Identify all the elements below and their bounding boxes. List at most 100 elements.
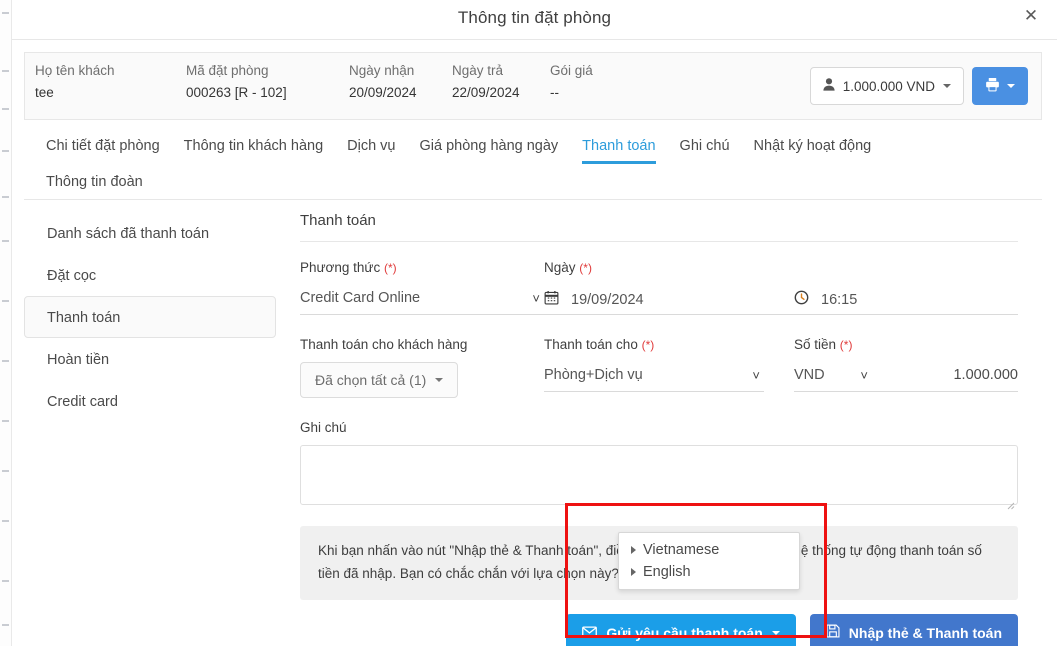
required-marker: (*) [579,261,592,275]
lang-menu-item-label: English [643,564,691,580]
chevron-down-icon [435,378,444,382]
summary-field-guest-name: Họ tên khách tee [35,63,180,100]
chevron-right-icon [631,568,636,576]
chevron-right-icon [631,546,636,554]
tab-notes[interactable]: Ghi chú [680,132,730,164]
date-label-text: Ngày [544,260,576,275]
total-amount-label: 1.000.000 VND [842,78,935,94]
tab-activity-log[interactable]: Nhật ký hoạt động [754,132,872,164]
note-textarea[interactable] [300,445,1018,505]
note-label: Ghi chú [300,420,347,435]
date-input-wrap[interactable]: 19/09/2024 [544,285,794,315]
sidebar-item-payment[interactable]: Thanh toán [24,296,276,338]
amount-input-wrap [872,362,1018,392]
pay-for-label: Thanh toán cho (*) [544,337,794,352]
language-dropdown-menu: Vietnamese English [618,532,800,590]
page-title: Thông tin đặt phòng [457,8,612,27]
panel-divider [300,241,1018,242]
time-input-wrap[interactable]: 16:15 [794,285,1018,315]
booking-payment-modal: Thông tin đặt phòng ✕ Họ tên khách tee M… [0,0,1057,646]
summary-value: -- [550,85,559,100]
total-amount-dropdown[interactable]: 1.000.000 VND [809,67,964,105]
form-row-1: Phương thức (*) ˅ Ngày (*) [300,260,1018,315]
print-button[interactable] [972,67,1028,105]
pay-for-customer-dropdown[interactable]: Đã chọn tất cả (1) [300,362,459,398]
form-row-2: Thanh toán cho khách hàng Đã chọn tất cả… [300,337,1018,398]
summary-value: 000263 [R - 102] [186,85,287,100]
send-payment-request-label: Gửi yêu cầu thanh toán [606,624,763,641]
amount-row: ˅ [794,362,1018,392]
clock-icon[interactable] [794,290,809,310]
summary-label: Ngày trả [452,63,504,78]
enter-card-and-pay-label: Nhập thẻ & Thanh toán [848,624,1002,641]
calendar-icon[interactable] [544,290,559,310]
summary-field-rate-package: Gói giá -- [550,63,670,100]
amount-label-text: Số tiền [794,337,837,352]
summary-field-checkin: Ngày nhận 20/09/2024 [349,63,446,100]
tab-customer-info[interactable]: Thông tin khách hàng [184,132,323,164]
tabs-divider [24,199,1042,200]
date-value[interactable]: 19/09/2024 [571,292,644,308]
pay-for-customer-label: Thanh toán cho khách hàng [300,337,468,352]
lang-menu-item-vietnamese[interactable]: Vietnamese [619,539,799,561]
lang-menu-item-english[interactable]: English [619,561,799,583]
modal-header: Thông tin đặt phòng ✕ [12,0,1057,40]
method-field-group: Phương thức (*) ˅ [300,260,544,315]
tab-payment[interactable]: Thanh toán [582,132,656,164]
summary-field-checkout: Ngày trả 22/09/2024 [452,63,544,100]
amount-input[interactable] [872,362,1018,392]
background-page-sliver [0,0,12,646]
send-payment-request-button[interactable]: Gửi yêu cầu thanh toán [566,613,796,646]
required-marker: (*) [641,338,655,352]
pay-for-customer-value: Đã chọn tất cả (1) [315,372,427,388]
chevron-down-icon [771,630,780,635]
sidebar-item-credit-card[interactable]: Credit card [24,380,276,422]
tab-bar: Chi tiết đặt phòng Thông tin khách hàng … [24,132,1042,200]
pay-for-select[interactable] [544,362,764,392]
required-marker: (*) [383,261,397,275]
tab-group-info[interactable]: Thông tin đoàn [46,168,143,200]
tab-daily-room-rate[interactable]: Giá phòng hàng ngày [420,132,559,164]
tab-services[interactable]: Dịch vụ [347,132,395,164]
chevron-down-icon [1007,84,1015,88]
tab-booking-detail[interactable]: Chi tiết đặt phòng [46,132,160,164]
note-wrap [300,445,1018,510]
pay-for-group: Thanh toán cho (*) ˅ [544,337,794,398]
envelope-icon [582,625,598,641]
method-select[interactable] [300,285,544,315]
save-icon [826,624,840,641]
summary-fields: Họ tên khách tee Mã đặt phòng 000263 [R … [35,63,676,100]
sidebar-item-paid-list[interactable]: Danh sách đã thanh toán [24,212,276,254]
method-label-text: Phương thức [300,260,381,275]
time-value[interactable]: 16:15 [821,292,857,308]
pay-for-label-text: Thanh toán cho [544,337,638,352]
summary-label: Họ tên khách [35,63,115,78]
summary-value: 22/09/2024 [452,85,520,100]
sidebar-item-refund[interactable]: Hoàn tiền [24,338,276,380]
summary-field-booking-code: Mã đặt phòng 000263 [R - 102] [186,63,343,100]
payment-side-nav: Danh sách đã thanh toán Đặt cọc Thanh to… [24,212,276,422]
method-select-wrap: ˅ [300,285,544,315]
panel-footer-buttons: Gửi yêu cầu thanh toán Nhập thẻ & Thanh … [300,613,1018,646]
amount-label: Số tiền (*) [794,337,1018,352]
summary-value: 20/09/2024 [349,85,417,100]
booking-summary-card: Họ tên khách tee Mã đặt phòng 000263 [R … [24,52,1042,120]
time-field-group: 16:15 [794,260,1018,315]
lang-menu-item-label: Vietnamese [643,542,720,558]
summary-label: Ngày nhận [349,63,415,78]
summary-label: Gói giá [550,63,593,78]
date-label: Ngày (*) [544,260,794,275]
printer-icon [985,77,1000,95]
sidebar-item-deposit[interactable]: Đặt cọc [24,254,276,296]
note-group: Ghi chú [300,420,1018,510]
amount-group: Số tiền (*) ˅ [794,337,1018,398]
tab-row: Chi tiết đặt phòng Thông tin khách hàng … [24,132,1042,164]
currency-select[interactable] [794,362,872,392]
pay-for-customer-group: Thanh toán cho khách hàng Đã chọn tất cả… [300,337,544,398]
pay-for-select-wrap: ˅ [544,362,764,392]
close-icon[interactable]: ✕ [1019,4,1043,28]
user-icon [823,78,835,94]
date-field-group: Ngày (*) 19/09/2024 [544,260,794,315]
summary-label: Mã đặt phòng [186,63,269,78]
enter-card-and-pay-button[interactable]: Nhập thẻ & Thanh toán [809,613,1018,646]
